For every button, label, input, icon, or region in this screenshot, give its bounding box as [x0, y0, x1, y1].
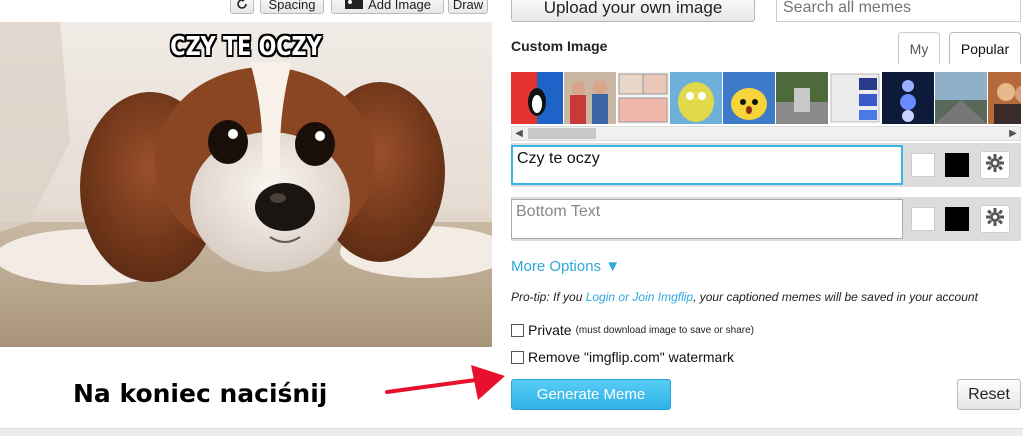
text-color-white-swatch[interactable]	[911, 207, 935, 231]
protip-prefix: Pro-tip: If you	[511, 290, 586, 304]
chevron-left-icon[interactable]: ◀	[512, 127, 526, 140]
bottom-text-row: Bottom Text	[511, 197, 1021, 241]
template-thumbnail[interactable]	[776, 72, 828, 124]
gear-icon	[985, 207, 1005, 232]
protip-suffix: , your captioned memes will be saved in …	[693, 290, 978, 304]
text-color-white-swatch[interactable]	[911, 153, 935, 177]
template-thumbnail[interactable]	[564, 72, 616, 124]
text-settings-button[interactable]	[980, 205, 1010, 233]
tab-popular[interactable]: Popular	[949, 32, 1021, 64]
rotate-icon	[236, 0, 248, 10]
red-arrow-annotation	[385, 365, 505, 400]
private-note: (must download image to save or share)	[575, 324, 754, 336]
draw-button[interactable]: Draw	[448, 0, 488, 14]
template-thumbnail[interactable]	[988, 72, 1021, 124]
template-thumbnails	[511, 72, 1021, 124]
text-settings-button[interactable]	[980, 151, 1010, 179]
template-thumbnail[interactable]	[723, 72, 775, 124]
outline-color-black-swatch[interactable]	[945, 207, 969, 231]
dog-photo	[0, 22, 492, 347]
reset-button[interactable]: Reset	[957, 379, 1021, 410]
scrollbar-thumb[interactable]	[528, 128, 596, 139]
tab-my[interactable]: My	[898, 32, 940, 64]
chevron-right-icon[interactable]: ▶	[1006, 127, 1020, 140]
private-checkbox[interactable]	[511, 323, 524, 337]
bottom-text-input[interactable]: Bottom Text	[511, 199, 903, 239]
remove-watermark-label: Remove "imgflip.com" watermark	[528, 349, 734, 365]
template-thumbnail[interactable]	[617, 72, 669, 124]
private-option[interactable]: Private (must download image to save or …	[511, 322, 754, 338]
template-thumbnail[interactable]	[670, 72, 722, 124]
login-join-link[interactable]: Login or Join Imgflip	[586, 290, 693, 304]
template-thumbnail[interactable]	[882, 72, 934, 124]
annotation-text: Na koniec naciśnij	[73, 379, 328, 408]
more-options-link[interactable]: More Options ▼	[511, 258, 620, 275]
protip-text: Pro-tip: If you Login or Join Imgflip, y…	[511, 290, 978, 304]
meme-preview[interactable]: CZY TE OCZY	[0, 22, 492, 347]
template-thumbnail[interactable]	[935, 72, 987, 124]
upload-image-button[interactable]: Upload your own image	[511, 0, 755, 22]
custom-image-title: Custom Image	[511, 38, 608, 54]
template-thumbnail[interactable]	[511, 72, 563, 124]
remove-watermark-option[interactable]: Remove "imgflip.com" watermark	[511, 349, 734, 365]
meme-top-caption: CZY TE OCZY	[170, 32, 322, 62]
draw-label: Draw	[452, 0, 484, 12]
private-label: Private	[528, 322, 572, 338]
template-thumbnail[interactable]	[829, 72, 881, 124]
search-memes-input[interactable]	[776, 0, 1021, 22]
gear-icon	[985, 153, 1005, 178]
page-bottom-bar	[0, 428, 1023, 436]
remove-watermark-checkbox[interactable]	[511, 350, 524, 364]
top-text-row: Czy te oczy	[511, 143, 1021, 187]
spacing-label: Spacing	[268, 0, 316, 12]
generate-meme-button[interactable]: Generate Meme	[511, 379, 671, 410]
add-image-button[interactable]: Add Image	[331, 0, 444, 14]
thumbnails-scrollbar[interactable]: ◀ ▶	[511, 126, 1021, 141]
outline-color-black-swatch[interactable]	[945, 153, 969, 177]
add-image-label: Add Image	[368, 0, 431, 12]
spacing-button[interactable]: Spacing	[260, 0, 324, 14]
top-text-input[interactable]: Czy te oczy	[511, 145, 903, 185]
image-icon	[344, 0, 364, 10]
rotate-button[interactable]	[230, 0, 254, 14]
